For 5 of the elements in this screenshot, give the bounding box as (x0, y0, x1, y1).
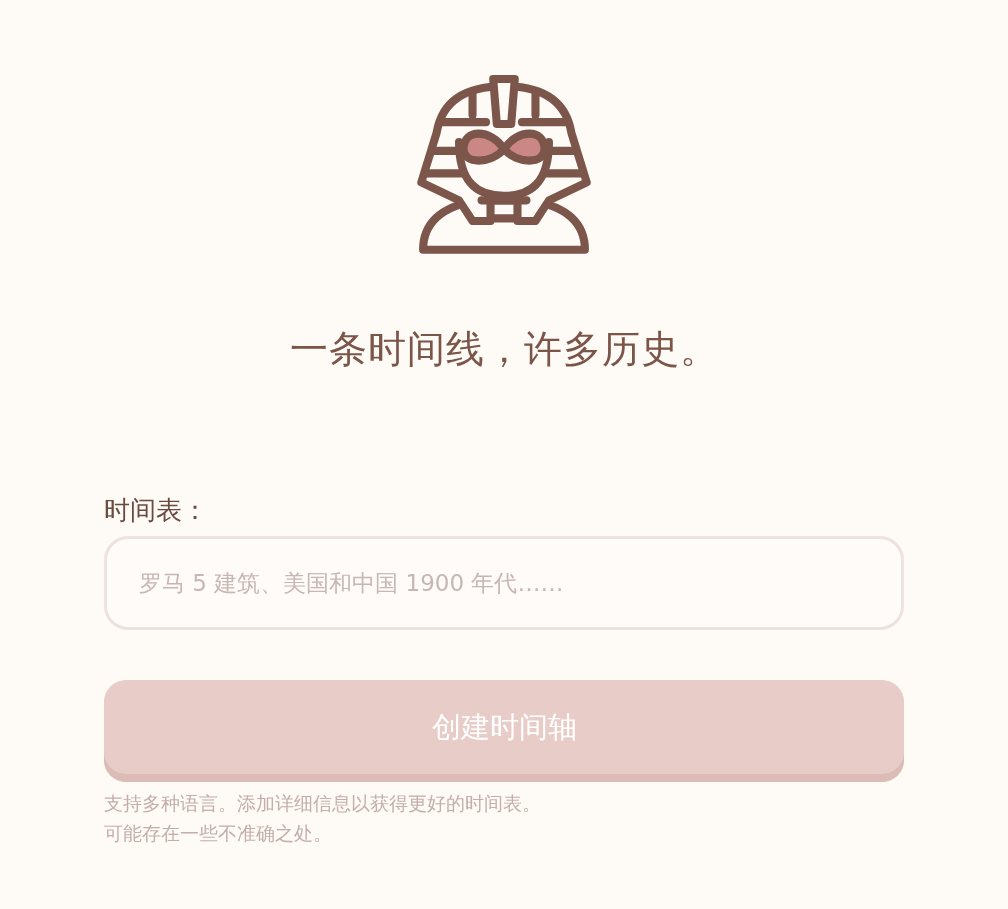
field-label: 时间表： (104, 494, 208, 527)
headline: 一条时间线，许多历史。 (289, 326, 719, 373)
help-text: 可能存在一些不准确之处。 (104, 821, 332, 846)
timeline-input[interactable]: 罗马 5 建筑、美国和中国 1900 年代…… (104, 536, 904, 630)
help-text: 支持多种语言。添加详细信息以获得更好的时间表。 (104, 791, 541, 816)
